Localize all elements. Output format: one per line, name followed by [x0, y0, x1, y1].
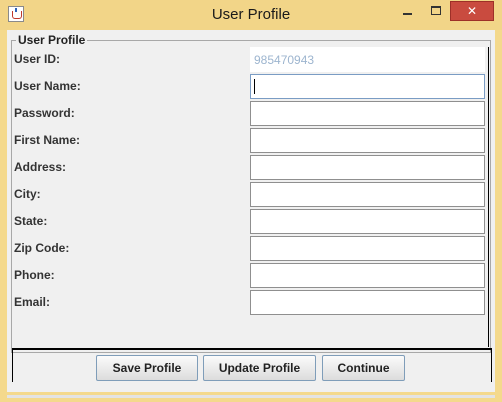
phone-field[interactable] [250, 263, 485, 288]
password-label: Password: [14, 106, 75, 120]
minimize-button[interactable] [390, 1, 424, 21]
city-label: City: [14, 187, 41, 201]
state-field[interactable] [250, 209, 485, 234]
user-name-field[interactable] [250, 74, 485, 99]
zip-code-field[interactable] [250, 236, 485, 261]
form-row-zip-code: Zip Code: [13, 236, 489, 261]
save-profile-button[interactable]: Save Profile [96, 355, 198, 381]
close-icon: ✕ [466, 4, 478, 18]
minimize-icon [403, 13, 412, 15]
state-label: State: [14, 214, 48, 228]
form-row-user-id: User ID: [13, 47, 489, 72]
app-window: User Profile ✕ User Profile User ID: Use… [0, 0, 502, 402]
form-row-address: Address: [13, 155, 489, 180]
first-name-label: First Name: [14, 133, 81, 147]
address-label: Address: [14, 160, 67, 174]
first-name-field[interactable] [250, 128, 485, 153]
form-row-state: State: [13, 209, 489, 234]
form-row-city: City: [13, 182, 489, 207]
password-field[interactable] [250, 101, 485, 126]
form-row-first-name: First Name: [13, 128, 489, 153]
maximize-icon [431, 6, 441, 15]
window-bottom-edge [7, 395, 495, 398]
city-field[interactable] [250, 182, 485, 207]
form-row-password: Password: [13, 101, 489, 126]
maximize-button[interactable] [424, 1, 448, 21]
button-panel: Save Profile Update Profile Continue [12, 350, 492, 382]
group-title: User Profile [18, 33, 86, 47]
form-row-phone: Phone: [13, 263, 489, 288]
address-field[interactable] [250, 155, 485, 180]
user-id-label: User ID: [14, 52, 61, 66]
zip-code-label: Zip Code: [14, 241, 70, 255]
email-field[interactable] [250, 290, 485, 315]
update-profile-button[interactable]: Update Profile [203, 355, 316, 381]
user-name-label: User Name: [14, 79, 81, 93]
title-bar[interactable]: User Profile ✕ [0, 0, 502, 30]
profile-form: User ID: User Name: Password: First Name… [13, 47, 489, 347]
continue-button[interactable]: Continue [322, 355, 405, 381]
user-id-field[interactable] [250, 47, 485, 72]
text-caret [254, 79, 255, 94]
close-button[interactable]: ✕ [450, 1, 494, 21]
phone-label: Phone: [14, 268, 55, 282]
form-row-email: Email: [13, 290, 489, 315]
email-label: Email: [14, 295, 51, 309]
form-row-user-name: User Name: [13, 74, 489, 99]
content-pane: User Profile User ID: User Name: Passwor… [7, 30, 495, 392]
